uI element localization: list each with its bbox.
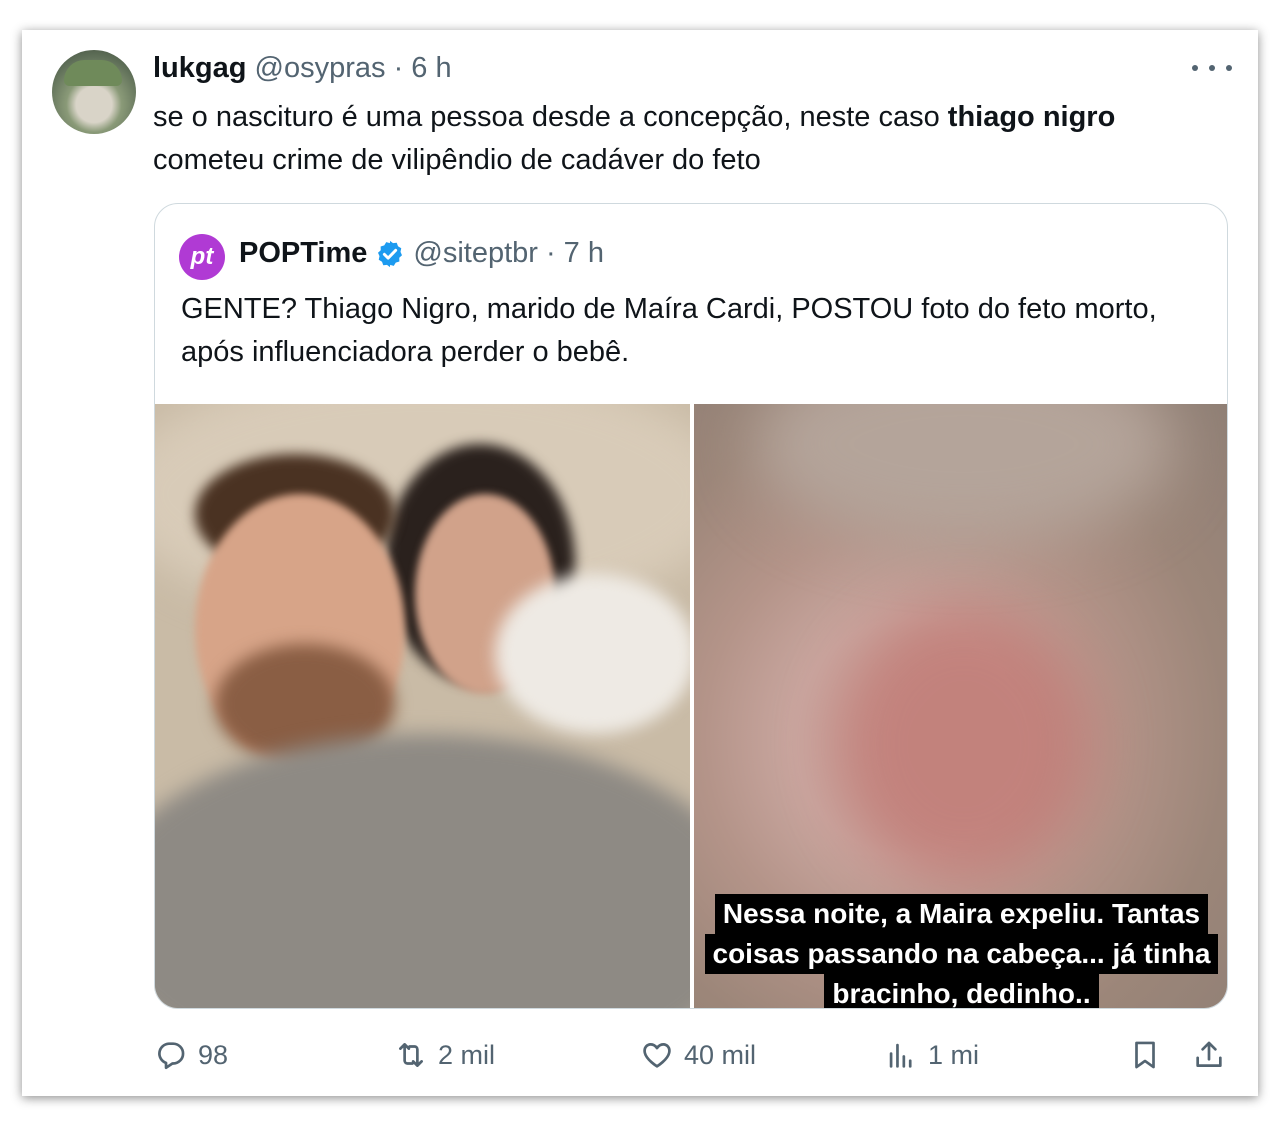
avatar-cap-shape: [64, 60, 122, 86]
verified-badge-icon: [378, 240, 403, 267]
quoted-text: GENTE? Thiago Nigro, marido de Maíra Car…: [181, 293, 1157, 368]
bookmark-button[interactable]: [1128, 1038, 1172, 1072]
more-dots-icon[interactable]: [1192, 58, 1232, 78]
tweet-text-bold: thiago nigro: [947, 101, 1116, 133]
repost-icon: [399, 1043, 423, 1067]
quoted-handle[interactable]: @siteptbr: [413, 237, 538, 270]
views-button[interactable]: 1 mi: [884, 1038, 979, 1072]
blurred-shape: [834, 604, 1094, 884]
blurred-photo[interactable]: Nessa noite, a Maira expeliu. Tantas coi…: [694, 404, 1227, 1008]
quoted-time[interactable]: · 7 h: [546, 237, 604, 270]
photo-caption: Nessa noite, a Maira expeliu. Tantas coi…: [694, 894, 1227, 1008]
reply-button[interactable]: 98: [154, 1038, 228, 1072]
repost-count: 2 mil: [438, 1039, 496, 1070]
heart-icon: [643, 1043, 671, 1068]
grey-blanket-shape: [155, 734, 690, 1008]
tweet-text: se o nascituro é uma pessoa desde a conc…: [153, 96, 1233, 182]
white-robe-shape: [495, 574, 690, 734]
poptime-logo[interactable]: pt: [179, 234, 225, 280]
like-count: 40 mil: [684, 1039, 757, 1070]
display-name[interactable]: lukgag: [153, 52, 246, 84]
user-handle[interactable]: @osypras: [255, 52, 386, 84]
repost-button[interactable]: 2 mil: [394, 1038, 495, 1072]
blurred-shape-top: [754, 404, 1174, 544]
dot: [1226, 65, 1232, 71]
tweet-text-part2: cometeu crime de vilipêndio de cadáver d…: [153, 144, 761, 176]
quoted-display-name[interactable]: POPTime: [239, 237, 367, 270]
views-chart-icon: [889, 1043, 912, 1068]
share-icon: [1196, 1041, 1222, 1067]
couple-photo[interactable]: [155, 404, 690, 1008]
action-bar: 98 2 mil 40 mil 1 mi: [0, 1038, 1278, 1078]
tweet-time[interactable]: · 6 h: [394, 52, 452, 84]
bookmark-icon: [1135, 1041, 1155, 1069]
dot: [1209, 65, 1215, 71]
tweet-text-part1: se o nascituro é uma pessoa desde a conc…: [153, 101, 948, 133]
tweet-header: lukgag @osypras · 6 h: [153, 52, 452, 85]
quoted-header: POPTime @siteptbr · 7 h: [239, 237, 604, 270]
caption-line-1: Nessa noite, a Maira expeliu. Tantas: [714, 894, 1209, 934]
like-button[interactable]: 40 mil: [640, 1038, 756, 1072]
reply-count: 98: [198, 1039, 229, 1070]
share-button[interactable]: [1192, 1038, 1236, 1072]
reply-icon: [158, 1042, 185, 1070]
quoted-tweet[interactable]: pt POPTime @siteptbr · 7 h GENTE? Thiago…: [154, 203, 1228, 1009]
user-avatar[interactable]: [52, 50, 136, 134]
dot: [1192, 65, 1198, 71]
caption-line-2: coisas passando na cabeça... já tinha: [704, 934, 1219, 974]
views-count: 1 mi: [928, 1039, 980, 1070]
caption-line-3: bracinho, dedinho..: [824, 974, 1099, 1008]
